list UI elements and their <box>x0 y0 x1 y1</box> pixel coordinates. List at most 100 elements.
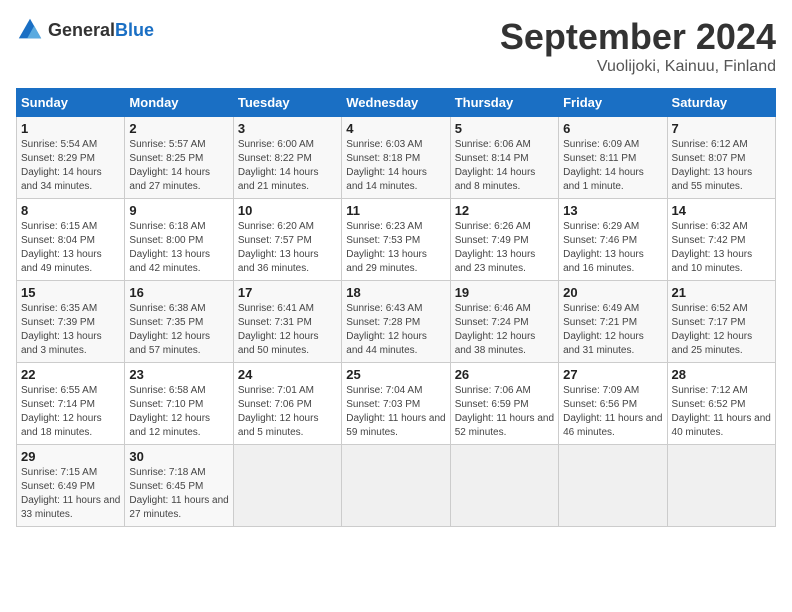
day-info: Sunrise: 6:06 AMSunset: 8:14 PMDaylight:… <box>455 139 536 192</box>
day-info: Sunrise: 6:00 AMSunset: 8:22 PMDaylight:… <box>238 139 319 192</box>
calendar-week-row: 15 Sunrise: 6:35 AMSunset: 7:39 PMDayligh… <box>17 281 776 363</box>
day-number: 12 <box>455 203 554 218</box>
day-number: 15 <box>21 285 120 300</box>
calendar-day-cell: 11Sunrise: 6:23 AMSunset: 7:53 PMDayligh… <box>342 199 450 281</box>
day-number: 25 <box>346 367 445 382</box>
day-info: Sunrise: 5:54 AMSunset: 8:29 PMDaylight:… <box>21 139 102 192</box>
calendar-day-cell <box>233 445 341 527</box>
day-number: 6 <box>563 121 662 136</box>
day-info: Sunrise: 6:09 AMSunset: 8:11 PMDaylight:… <box>563 139 644 192</box>
day-number: 5 <box>455 121 554 136</box>
day-number: 14 <box>672 203 771 218</box>
day-number: 11 <box>346 203 445 218</box>
day-info: Sunrise: 6:43 AMSunset: 7:28 PMDaylight:… <box>346 303 427 356</box>
weekday-header: Friday <box>559 89 667 117</box>
calendar-day-cell: 4 Sunrise: 6:03 AMSunset: 8:18 PMDaylight… <box>342 117 450 199</box>
day-number: 3 <box>238 121 337 136</box>
day-info: Sunrise: 6:41 AMSunset: 7:31 PMDaylight:… <box>238 303 319 356</box>
calendar-day-cell: 7Sunrise: 6:12 AMSunset: 8:07 PMDaylight… <box>667 117 775 199</box>
day-number: 8 <box>21 203 120 218</box>
day-info: Sunrise: 6:46 AMSunset: 7:24 PMDaylight:… <box>455 303 536 356</box>
day-info: Sunrise: 6:52 AMSunset: 7:17 PMDaylight:… <box>672 303 753 356</box>
day-number: 13 <box>563 203 662 218</box>
day-info: Sunrise: 7:09 AMSunset: 6:56 PMDaylight:… <box>563 385 662 438</box>
day-number: 23 <box>129 367 228 382</box>
calendar-day-cell: 26Sunrise: 7:06 AMSunset: 6:59 PMDayligh… <box>450 363 558 445</box>
weekday-header: Thursday <box>450 89 558 117</box>
weekday-header: Saturday <box>667 89 775 117</box>
calendar-header-row: SundayMondayTuesdayWednesdayThursdayFrid… <box>17 89 776 117</box>
day-info: Sunrise: 6:20 AMSunset: 7:57 PMDaylight:… <box>238 221 319 274</box>
calendar-day-cell: 15 Sunrise: 6:35 AMSunset: 7:39 PMDayligh… <box>17 281 125 363</box>
day-number: 9 <box>129 203 228 218</box>
day-number: 4 <box>346 121 445 136</box>
calendar-day-cell: 12 Sunrise: 6:26 AMSunset: 7:49 PMDayligh… <box>450 199 558 281</box>
day-number: 21 <box>672 285 771 300</box>
calendar-day-cell: 8 Sunrise: 6:15 AMSunset: 8:04 PMDaylight… <box>17 199 125 281</box>
calendar-day-cell: 2 Sunrise: 5:57 AMSunset: 8:25 PMDaylight… <box>125 117 233 199</box>
calendar-week-row: 8 Sunrise: 6:15 AMSunset: 8:04 PMDaylight… <box>17 199 776 281</box>
calendar-day-cell: 17Sunrise: 6:41 AMSunset: 7:31 PMDayligh… <box>233 281 341 363</box>
calendar-day-cell: 5 Sunrise: 6:06 AMSunset: 8:14 PMDaylight… <box>450 117 558 199</box>
calendar-day-cell: 10 Sunrise: 6:20 AMSunset: 7:57 PMDayligh… <box>233 199 341 281</box>
calendar-day-cell: 13 Sunrise: 6:29 AMSunset: 7:46 PMDayligh… <box>559 199 667 281</box>
calendar-week-row: 22 Sunrise: 6:55 AMSunset: 7:14 PMDayligh… <box>17 363 776 445</box>
calendar-day-cell <box>342 445 450 527</box>
day-info: Sunrise: 7:04 AMSunset: 7:03 PMDaylight:… <box>346 385 445 438</box>
calendar-day-cell: 1 Sunrise: 5:54 AMSunset: 8:29 PMDaylight… <box>17 117 125 199</box>
day-info: Sunrise: 6:18 AMSunset: 8:00 PMDaylight:… <box>129 221 210 274</box>
calendar-day-cell <box>559 445 667 527</box>
day-info: Sunrise: 5:57 AMSunset: 8:25 PMDaylight:… <box>129 139 210 192</box>
calendar-week-row: 29 Sunrise: 7:15 AMSunset: 6:49 PMDayligh… <box>17 445 776 527</box>
title-section: September 2024 Vuolijoki, Kainuu, Finlan… <box>500 16 776 76</box>
calendar-week-row: 1 Sunrise: 5:54 AMSunset: 8:29 PMDaylight… <box>17 117 776 199</box>
day-number: 16 <box>129 285 228 300</box>
day-number: 1 <box>21 121 120 136</box>
logo-icon <box>16 16 44 44</box>
day-number: 19 <box>455 285 554 300</box>
calendar-day-cell: 27 Sunrise: 7:09 AMSunset: 6:56 PMDayligh… <box>559 363 667 445</box>
logo: GeneralBlue <box>16 16 154 44</box>
day-number: 30 <box>129 449 228 464</box>
calendar-day-cell: 18 Sunrise: 6:43 AMSunset: 7:28 PMDayligh… <box>342 281 450 363</box>
day-number: 2 <box>129 121 228 136</box>
logo-blue-text: Blue <box>115 20 154 40</box>
calendar-day-cell: 29 Sunrise: 7:15 AMSunset: 6:49 PMDayligh… <box>17 445 125 527</box>
day-info: Sunrise: 6:12 AMSunset: 8:07 PMDaylight:… <box>672 139 753 192</box>
calendar-table: SundayMondayTuesdayWednesdayThursdayFrid… <box>16 88 776 527</box>
calendar-day-cell: 16Sunrise: 6:38 AMSunset: 7:35 PMDayligh… <box>125 281 233 363</box>
day-info: Sunrise: 7:18 AMSunset: 6:45 PMDaylight:… <box>129 467 228 520</box>
day-info: Sunrise: 6:15 AMSunset: 8:04 PMDaylight:… <box>21 221 102 274</box>
calendar-day-cell <box>667 445 775 527</box>
day-number: 27 <box>563 367 662 382</box>
month-title: September 2024 <box>500 16 776 58</box>
calendar-day-cell: 30 Sunrise: 7:18 AMSunset: 6:45 PMDayligh… <box>125 445 233 527</box>
calendar-day-cell: 23Sunrise: 6:58 AMSunset: 7:10 PMDayligh… <box>125 363 233 445</box>
day-info: Sunrise: 7:15 AMSunset: 6:49 PMDaylight:… <box>21 467 120 520</box>
weekday-header: Tuesday <box>233 89 341 117</box>
day-info: Sunrise: 6:03 AMSunset: 8:18 PMDaylight:… <box>346 139 427 192</box>
day-info: Sunrise: 6:35 AMSunset: 7:39 PMDaylight:… <box>21 303 102 356</box>
day-info: Sunrise: 6:26 AMSunset: 7:49 PMDaylight:… <box>455 221 536 274</box>
calendar-day-cell: 6 Sunrise: 6:09 AMSunset: 8:11 PMDaylight… <box>559 117 667 199</box>
calendar-day-cell: 9 Sunrise: 6:18 AMSunset: 8:00 PMDaylight… <box>125 199 233 281</box>
day-number: 20 <box>563 285 662 300</box>
day-info: Sunrise: 6:29 AMSunset: 7:46 PMDaylight:… <box>563 221 644 274</box>
day-number: 10 <box>238 203 337 218</box>
calendar-day-cell: 21 Sunrise: 6:52 AMSunset: 7:17 PMDayligh… <box>667 281 775 363</box>
calendar-day-cell: 14 Sunrise: 6:32 AMSunset: 7:42 PMDayligh… <box>667 199 775 281</box>
calendar-day-cell: 25 Sunrise: 7:04 AMSunset: 7:03 PMDayligh… <box>342 363 450 445</box>
day-number: 22 <box>21 367 120 382</box>
weekday-header: Sunday <box>17 89 125 117</box>
day-number: 29 <box>21 449 120 464</box>
day-info: Sunrise: 6:55 AMSunset: 7:14 PMDaylight:… <box>21 385 102 438</box>
calendar-day-cell <box>450 445 558 527</box>
page-header: GeneralBlue September 2024 Vuolijoki, Ka… <box>16 16 776 76</box>
day-number: 24 <box>238 367 337 382</box>
location-title: Vuolijoki, Kainuu, Finland <box>500 58 776 76</box>
day-info: Sunrise: 6:32 AMSunset: 7:42 PMDaylight:… <box>672 221 753 274</box>
calendar-day-cell: 22 Sunrise: 6:55 AMSunset: 7:14 PMDayligh… <box>17 363 125 445</box>
calendar-day-cell: 24Sunrise: 7:01 AMSunset: 7:06 PMDayligh… <box>233 363 341 445</box>
day-number: 18 <box>346 285 445 300</box>
day-info: Sunrise: 7:12 AMSunset: 6:52 PMDaylight:… <box>672 385 771 438</box>
